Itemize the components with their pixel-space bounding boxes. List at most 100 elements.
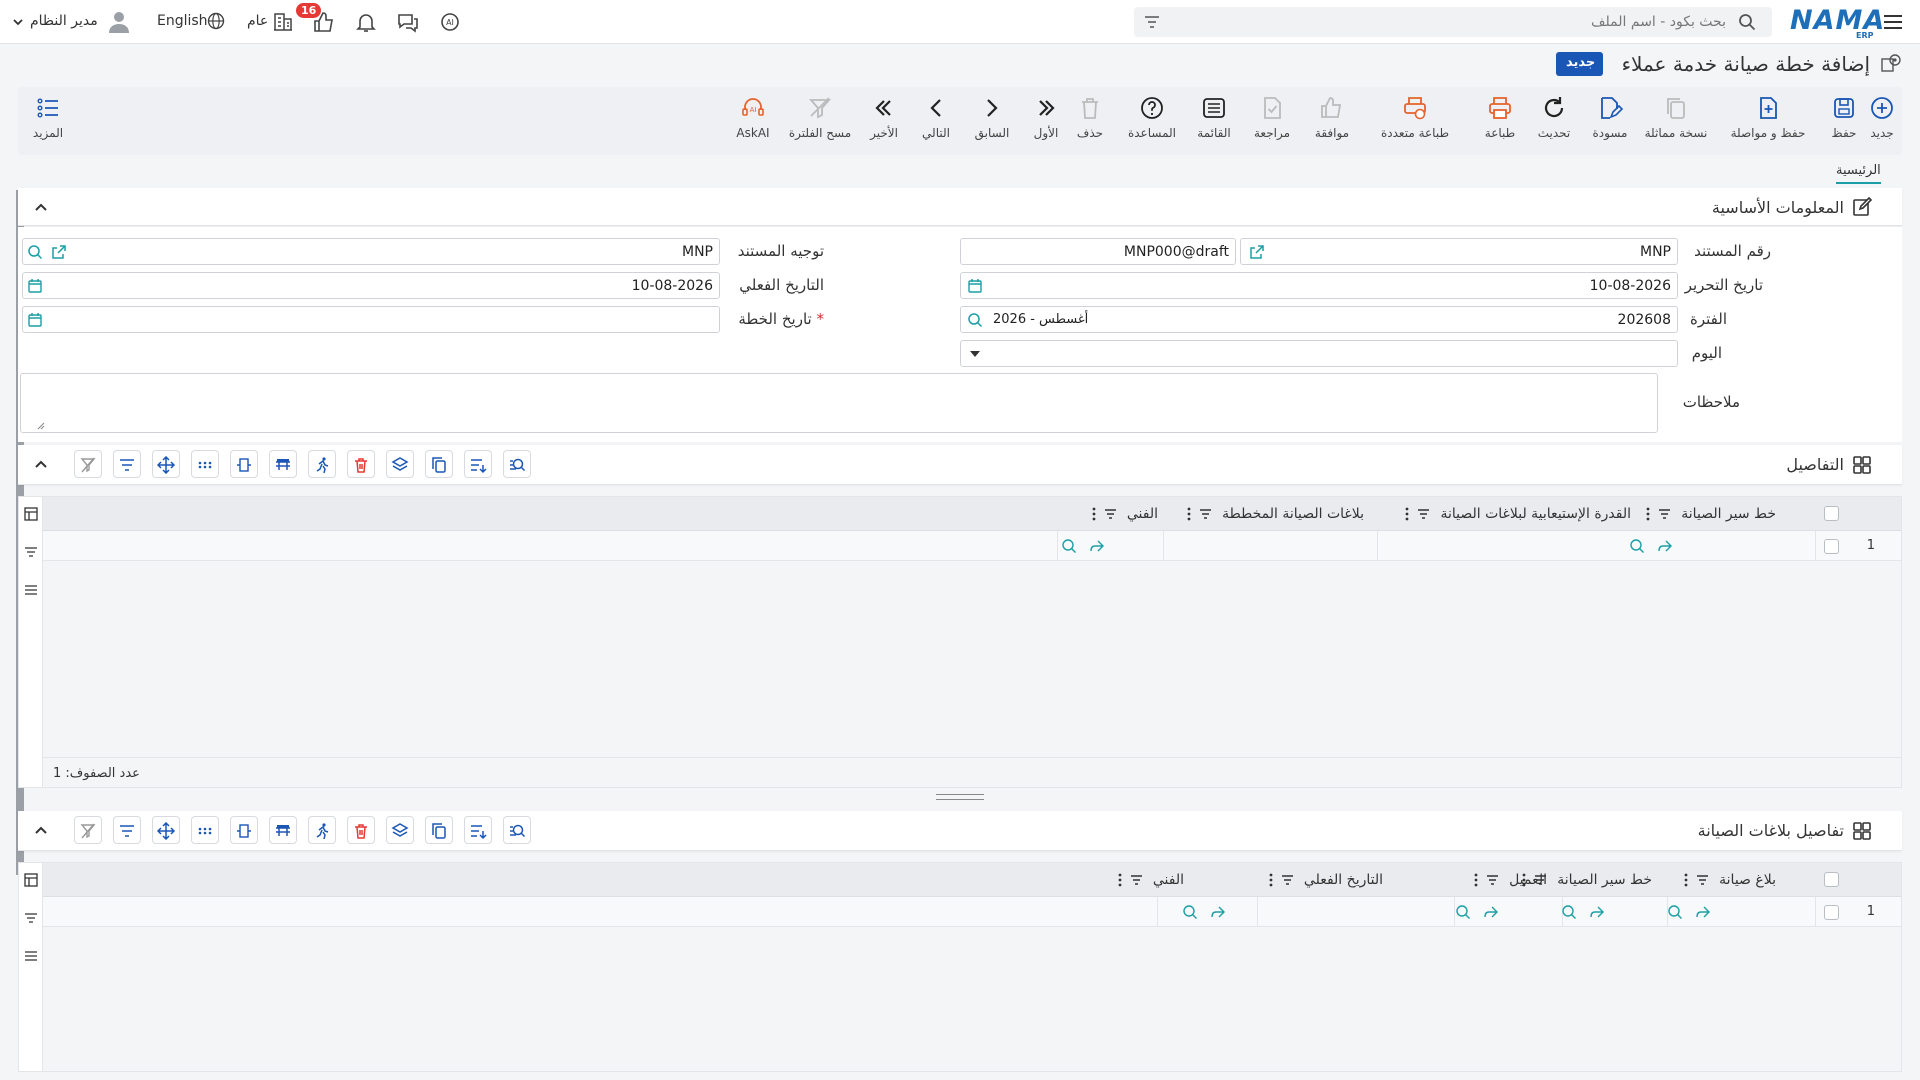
lookup-icon[interactable] (1182, 904, 1198, 920)
actual-date-field[interactable]: 10-08-2026 (22, 272, 720, 299)
column-header[interactable]: العميل (1474, 872, 1547, 888)
grid-tool-button[interactable] (464, 450, 492, 478)
grid-tool-button[interactable] (191, 450, 219, 478)
grid-tool-button[interactable] (74, 816, 102, 844)
column-filter-icon[interactable] (1658, 508, 1671, 520)
column-header[interactable]: الفني (1118, 872, 1184, 888)
column-filter-icon[interactable] (1696, 874, 1709, 886)
lookup-icon[interactable] (967, 312, 983, 328)
calendar-icon[interactable] (967, 278, 983, 294)
requests-header[interactable]: تفاصيل بلاغات الصيانة (18, 811, 1902, 851)
filter-icon[interactable] (24, 545, 38, 559)
grid-tool-button[interactable] (503, 816, 531, 844)
grid-tool-button[interactable] (269, 450, 297, 478)
column-menu-icon[interactable] (1187, 507, 1191, 521)
grid-tool-button[interactable] (269, 816, 297, 844)
doc-number-field[interactable]: MNP (1214, 238, 1678, 265)
column-menu-icon[interactable] (1684, 873, 1688, 887)
first-button[interactable]: الأول (1030, 95, 1062, 140)
grid-tool-button[interactable] (152, 450, 180, 478)
language-switch[interactable]: English (157, 13, 208, 29)
user-name[interactable]: مدير النظام (30, 13, 98, 29)
approve-button[interactable]: موافقة (1310, 95, 1354, 140)
column-header[interactable]: القدرة الإستيعابية لبلاغات الصيانة (1405, 506, 1631, 522)
row-checkbox[interactable] (1824, 905, 1839, 920)
bell-icon[interactable] (354, 10, 378, 34)
more-button[interactable]: المزيد (28, 95, 68, 140)
basic-info-header[interactable]: المعلومات الأساسية (18, 188, 1902, 226)
calendar-icon[interactable] (27, 278, 43, 294)
avatar-icon[interactable] (106, 8, 130, 33)
print-button[interactable]: طباعة (1480, 95, 1520, 140)
row-checkbox[interactable] (1824, 539, 1839, 554)
save-button[interactable]: حفظ (1826, 95, 1862, 140)
share-arrow-icon[interactable] (1589, 904, 1605, 920)
grid-tool-button[interactable] (74, 450, 102, 478)
grid-tool-button[interactable] (152, 816, 180, 844)
column-menu-icon[interactable] (1269, 873, 1273, 887)
edit-date-field[interactable]: 10-08-2026 (960, 272, 1678, 299)
building-icon[interactable] (272, 10, 296, 34)
share-arrow-icon[interactable] (1657, 538, 1673, 554)
share-arrow-icon[interactable] (1695, 904, 1711, 920)
lookup-icon[interactable] (1667, 904, 1683, 920)
grid-tool-button[interactable] (464, 816, 492, 844)
column-header[interactable]: بلاغات الصيانة المخططة (1187, 506, 1364, 522)
notes-textarea[interactable] (20, 373, 1658, 433)
new-button[interactable]: جديد (1864, 95, 1900, 140)
plan-date-field[interactable] (22, 306, 720, 333)
column-menu-icon[interactable] (1092, 507, 1096, 521)
grid-tool-button[interactable] (425, 816, 453, 844)
grid-tool-button[interactable] (113, 816, 141, 844)
external-link-icon[interactable] (51, 244, 67, 260)
help-button[interactable]: المساعدة (1124, 95, 1180, 140)
column-filter-icon[interactable] (1417, 508, 1430, 520)
table-settings-icon[interactable] (24, 507, 38, 521)
grid-tool-button[interactable] (503, 450, 531, 478)
share-arrow-icon[interactable] (1210, 904, 1226, 920)
duplicate-button[interactable]: نسخة مماثلة (1636, 95, 1716, 140)
column-menu-icon[interactable] (1474, 873, 1478, 887)
lookup-icon[interactable] (1455, 904, 1471, 920)
details-header[interactable]: التفاصيل (18, 445, 1902, 485)
grid-tool-button[interactable] (425, 450, 453, 478)
delete-button[interactable]: حذف (1072, 95, 1108, 140)
refresh-button[interactable]: تحديث (1534, 95, 1574, 140)
menu-lines-icon[interactable] (24, 583, 38, 597)
lookup-icon[interactable] (1061, 538, 1077, 554)
column-menu-icon[interactable] (1646, 507, 1650, 521)
column-filter-icon[interactable] (1281, 874, 1294, 886)
grid-tool-button[interactable] (191, 816, 219, 844)
chevron-down-icon[interactable] (12, 16, 24, 28)
external-link-icon[interactable] (1249, 244, 1265, 260)
column-filter-icon[interactable] (1130, 874, 1143, 886)
tab-main[interactable]: الرئيسية (1836, 163, 1881, 184)
column-menu-icon[interactable] (1405, 507, 1409, 521)
last-button[interactable]: الأخير (868, 95, 900, 140)
period-field[interactable]: 202608 2026 - أغسطس (960, 306, 1678, 333)
grid-tool-button[interactable] (230, 450, 258, 478)
share-arrow-icon[interactable] (1483, 904, 1499, 920)
column-header[interactable]: الفني (1092, 506, 1158, 522)
column-header[interactable]: التاريخ الفعلي (1269, 872, 1383, 888)
share-arrow-icon[interactable] (1089, 538, 1105, 554)
clear-filter-button[interactable]: مسح الفلترة (788, 95, 852, 140)
select-all-checkbox[interactable] (1824, 506, 1839, 521)
ai-assistant-icon[interactable]: AI (438, 10, 462, 34)
column-header[interactable]: بلاغ صيانة (1684, 872, 1776, 888)
doc-direction-field[interactable]: MNP (22, 238, 720, 265)
resize-handle-icon[interactable] (37, 422, 45, 430)
filter-icon[interactable] (24, 911, 38, 925)
collapse-chevron-icon[interactable] (34, 201, 48, 215)
lookup-icon[interactable] (1561, 904, 1577, 920)
table-row[interactable]: 1 (43, 897, 1901, 927)
panel-splitter-handle[interactable] (936, 794, 984, 800)
filter-icon[interactable] (1144, 14, 1160, 30)
grid-tool-button[interactable] (230, 816, 258, 844)
menu-icon[interactable] (1882, 11, 1906, 35)
globe-icon[interactable] (207, 12, 231, 36)
search-input[interactable]: بحث بكود - اسم الملف (1134, 7, 1772, 37)
doc-code-field[interactable]: MNP000@draft (960, 238, 1236, 265)
table-settings-icon[interactable] (24, 873, 38, 887)
grid-tool-button[interactable] (113, 450, 141, 478)
